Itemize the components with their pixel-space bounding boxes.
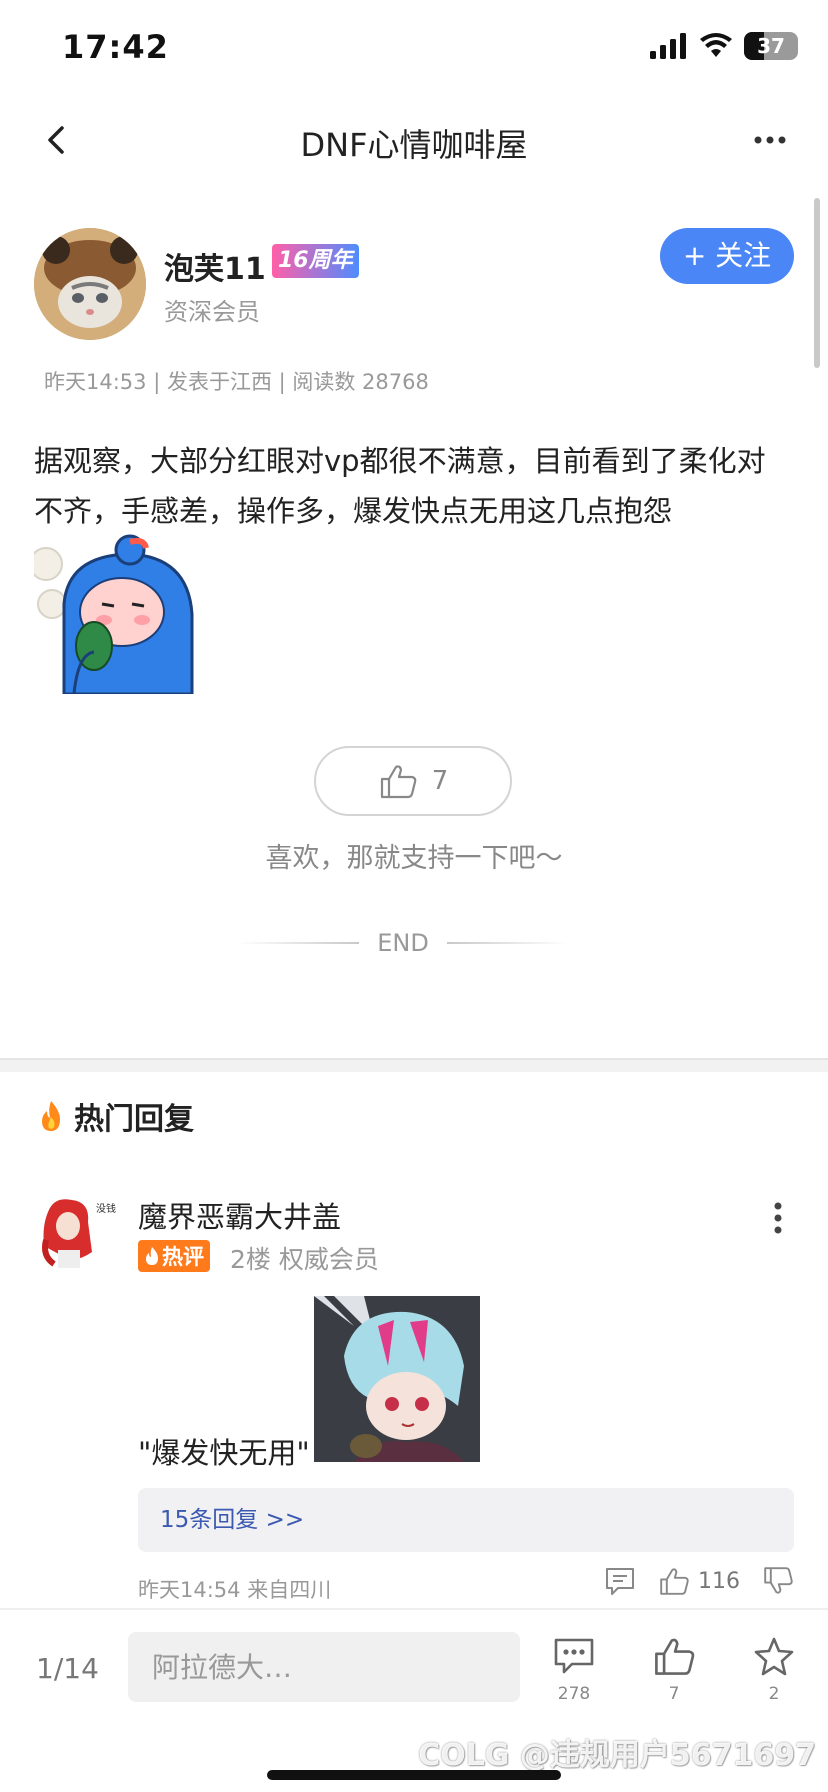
page-title: DNF心情咖啡屋 xyxy=(300,126,528,164)
follow-button[interactable]: + 关注 xyxy=(660,228,794,284)
comment-count: 278 xyxy=(557,1684,591,1704)
hot-badge-label: 热评 xyxy=(162,1245,204,1269)
like-hint: 喜欢，那就支持一下吧～ xyxy=(265,843,563,874)
sub-replies-link[interactable]: 15条回复 >> xyxy=(138,1488,794,1552)
svg-text:没钱: 没钱 xyxy=(96,1202,116,1215)
reply-floor-info: 2楼 权威会员 xyxy=(230,1245,379,1274)
page-indicator[interactable]: 1/14 xyxy=(36,1652,99,1685)
battery-icon: 37 xyxy=(744,32,798,60)
watermark: COLG @违规用户5671697 xyxy=(418,1738,816,1773)
more-icon[interactable] xyxy=(750,126,790,156)
favorite-button[interactable]: 2 xyxy=(744,1636,804,1704)
post-meta: 昨天14:53 | 发表于江西 | 阅读数 28768 xyxy=(44,370,429,394)
hot-comment-badge: 热评 xyxy=(138,1240,210,1272)
like-count: 7 xyxy=(668,1684,680,1704)
thumbs-up-icon xyxy=(660,1568,689,1595)
anniversary-badge: 16周年 xyxy=(272,244,359,278)
reply-image[interactable] xyxy=(314,1296,480,1462)
end-label: END xyxy=(377,929,429,957)
reply-like-count: 116 xyxy=(698,1568,740,1594)
star-icon xyxy=(754,1637,794,1676)
comment-input[interactable] xyxy=(128,1632,520,1702)
home-indicator[interactable] xyxy=(267,1770,561,1780)
reply-actions: 116 xyxy=(604,1566,794,1596)
section-divider xyxy=(0,1058,828,1072)
reply-item: 没钱 魔界恶霸大井盖 热评 2楼 权威会员 "爆发快无用" 15条回复 >> 昨… xyxy=(34,1190,794,1610)
reply-author-name[interactable]: 魔界恶霸大井盖 xyxy=(138,1194,341,1236)
author-role: 资深会员 xyxy=(164,298,260,326)
hot-replies-title: 热门回复 xyxy=(74,1102,194,1137)
status-bar: 17:42 37 xyxy=(0,0,828,96)
signal-icon xyxy=(650,33,686,59)
status-time: 17:42 xyxy=(62,28,169,66)
battery-level: 37 xyxy=(757,34,785,58)
author-name[interactable]: 泡芙11 xyxy=(164,244,266,288)
nav-bar: DNF心情咖啡屋 xyxy=(0,96,828,186)
fire-icon xyxy=(146,1247,158,1265)
reply-text: "爆发快无用" xyxy=(138,1436,310,1470)
reply-more-icon[interactable] xyxy=(770,1198,786,1238)
like-button[interactable]: 7 xyxy=(644,1636,704,1704)
favorite-count: 2 xyxy=(768,1684,780,1704)
status-icons: 37 xyxy=(650,32,798,60)
post-body: 据观察，大部分红眼对vp都很不满意，目前看到了柔化对不齐，手感差，操作多，爆发快… xyxy=(34,444,766,528)
reply-avatar[interactable]: 没钱 xyxy=(38,1192,118,1272)
post-like-count: 7 xyxy=(431,766,449,796)
post-sticker-image xyxy=(29,534,194,696)
thumbs-up-icon xyxy=(380,765,417,799)
thumbs-down-icon[interactable] xyxy=(762,1566,794,1596)
fire-icon xyxy=(42,1101,60,1131)
post-like-button[interactable]: 7 xyxy=(314,746,512,816)
thumbs-up-icon xyxy=(655,1638,695,1675)
reply-meta: 昨天14:54 来自四川 xyxy=(138,1578,332,1602)
scrollbar[interactable] xyxy=(814,198,820,368)
comments-button[interactable]: 278 xyxy=(544,1636,604,1704)
author-avatar[interactable] xyxy=(34,228,146,340)
comment-icon xyxy=(554,1638,594,1674)
reply-like-button[interactable]: 116 xyxy=(658,1566,740,1596)
wifi-icon xyxy=(700,33,732,57)
author-header: 泡芙11 16周年 资深会员 + 关注 xyxy=(34,226,794,346)
bottom-bar: 1/14 278 7 2 COLG @违规用户5671697 xyxy=(0,1608,828,1792)
hot-replies-header: 热门回复 xyxy=(36,1094,194,1138)
comment-icon[interactable] xyxy=(604,1566,636,1596)
end-marker: END xyxy=(238,926,569,960)
